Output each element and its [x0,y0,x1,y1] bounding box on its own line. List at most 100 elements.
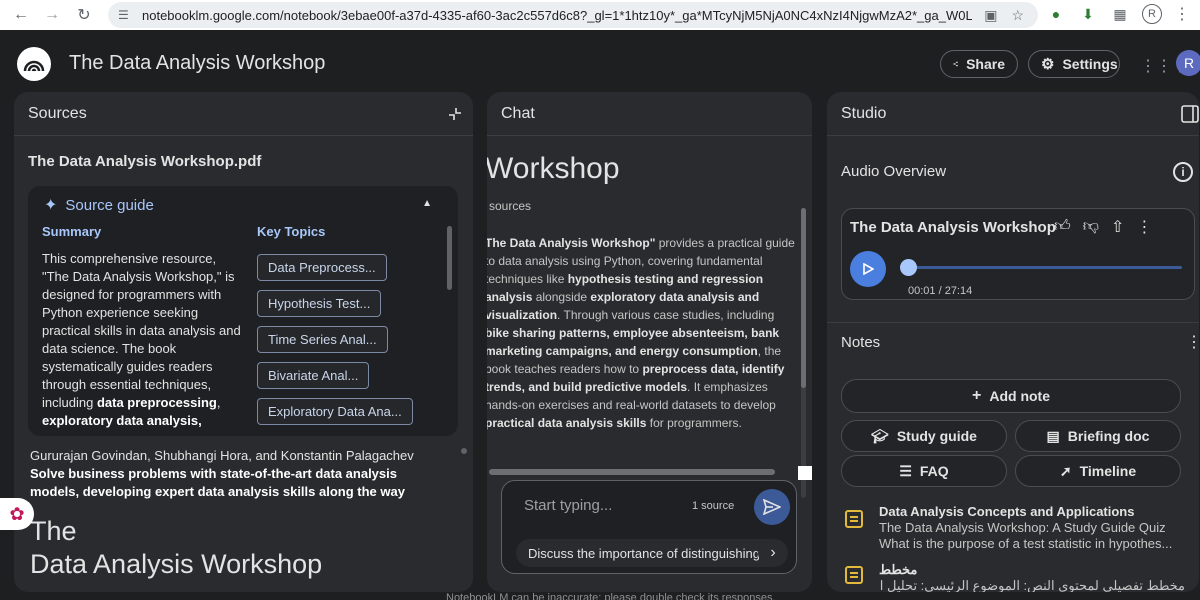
suggested-question-chip[interactable]: Discuss the importance of distinguishing… [516,539,788,567]
faq-button[interactable]: ☰ FAQ [841,455,1007,487]
topic-chip[interactable]: Bivariate Anal... [257,362,370,389]
extensions-puzzle-icon[interactable]: ▦ [1110,4,1130,24]
panel-toggle-icon[interactable] [1181,105,1199,123]
tagline-text: Solve business problems with state-of-th… [30,466,405,499]
address-bar[interactable]: ☰ notebooklm.google.com/notebook/3ebae00… [108,2,1038,28]
graduation-cap-icon: 🎓︎ [871,427,889,444]
plus-icon: + [972,387,982,404]
summary-text: This comprehensive resource, "The Data A… [42,251,241,428]
sparkle-icon: ✦ [44,197,58,214]
source-guide-header[interactable]: ✦ Source guide [44,195,154,215]
timeline-button[interactable]: ➚ Timeline [1015,455,1181,487]
play-icon [863,263,874,275]
collapse-panel-icon[interactable] [448,107,462,121]
authors-line: Gururajan Govindan, Shubhangi Hora, and … [30,448,414,463]
source-content-text: Gururajan Govindan, Shubhangi Hora, and … [30,447,430,501]
summary-label: Summary [42,224,102,239]
note-preview: What is the purpose of a test statistic … [879,536,1173,551]
settings-label: Settings [1062,56,1118,72]
source-guide-title: Source guide [65,196,154,214]
chat-horizontal-scrollbar[interactable] [489,469,775,475]
settings-button[interactable]: ⚙ Settings [1028,50,1120,78]
browser-profile-avatar[interactable]: R [1142,4,1162,24]
sources-panel-title: Sources [28,105,87,122]
add-note-button[interactable]: + Add note [841,379,1181,413]
back-icon[interactable]: ← [6,0,36,30]
notebook-title[interactable]: The Data Analysis Workshop [69,52,325,75]
notebooklm-logo[interactable] [17,47,51,81]
chat-panel-title: Chat [501,105,535,122]
thumbs-down-icon[interactable]: 👎︎ [1083,217,1099,237]
topic-chip[interactable]: Data Preprocess... [257,254,387,281]
audio-progress-handle[interactable] [900,259,918,276]
forward-icon[interactable]: → [37,0,67,30]
chevron-right-icon[interactable]: › [758,539,788,567]
audio-time: 00:01 / 27:14 [908,285,973,297]
audio-overview-card: The Data Analysis Workshop 👍︎ 👎︎ ⇧ ⋮ 00:… [841,208,1195,300]
key-topics-label: Key Topics [257,224,326,239]
info-icon[interactable]: i [1173,162,1193,182]
more-options-icon[interactable]: ⋮ [1136,217,1152,237]
document-icon: ▤ [1046,427,1060,444]
chat-summary-run: The Data Analysis Workshop" [487,236,656,250]
note-icon [845,510,863,528]
extension-globe-icon[interactable]: ● [1046,4,1066,24]
site-info-icon[interactable]: ☰ [118,8,132,22]
guide-scrollbar[interactable] [447,226,452,290]
gear-icon: ⚙ [1041,56,1055,73]
source-file-title: The Data Analysis Workshop.pdf [28,153,262,170]
timeline-label: Timeline [1079,463,1137,479]
note-preview: The Data Analysis Workshop: A Study Guid… [879,520,1166,535]
faq-icon: ☰ [899,462,912,479]
suggested-question-text: Discuss the importance of distinguishing [528,546,760,561]
share-audio-icon[interactable]: ⇧ [1111,217,1124,237]
share-icon [953,61,958,67]
chat-input-box[interactable]: Start typing... 1 source Discuss the imp… [501,480,797,574]
notes-more-icon[interactable]: ⋮ [1186,332,1199,352]
sources-panel: Sources The Data Analysis Workshop.pdf ✦… [14,92,473,592]
chat-summary-run: alongside [532,290,591,304]
topic-chip[interactable]: Time Series Anal... [257,326,388,353]
note-item[interactable]: مخطط مخطط تفصيلي لمحتوى النص: الموضوع ال… [845,560,1185,592]
collapse-caret-icon[interactable]: ▲ [422,198,432,209]
sources-scrollbar[interactable] [461,448,467,454]
play-button[interactable] [850,251,886,287]
browser-menu-icon[interactable]: ⋮ [1174,4,1190,24]
source-guide-card: ✦ Source guide ▲ Summary Key Topics This… [28,186,458,436]
thumbs-up-icon[interactable]: 👍︎ [1054,217,1071,237]
note-preview: مخطط تفصيلي لمحتوى النص: الموضوع الرئيسي… [879,578,1185,592]
assistant-extension-badge[interactable]: ✿ [0,498,34,530]
audio-progress-track[interactable] [908,266,1182,269]
reload-icon[interactable]: ↻ [69,0,99,30]
overlay-square [798,466,812,480]
chat-summary: The Data Analysis Workshop" provides a p… [487,234,800,432]
avatar[interactable]: R [1176,50,1200,76]
install-icon[interactable]: ▣ [984,7,997,24]
share-label: Share [966,56,1005,72]
send-icon [763,499,781,515]
chat-source-count: 1 source [692,500,735,512]
faq-label: FAQ [919,463,949,479]
briefing-doc-label: Briefing doc [1067,428,1150,444]
send-button[interactable] [754,489,790,525]
audio-title: The Data Analysis Workshop [850,219,1056,236]
chat-input[interactable]: Start typing... [524,497,612,514]
book-title-line-1: The [30,516,77,546]
download-icon[interactable]: ⬇ [1078,4,1098,24]
topic-chip[interactable]: Hypothesis Test... [257,290,382,317]
study-guide-button[interactable]: 🎓︎ Study guide [841,420,1007,452]
note-icon [845,566,863,584]
study-guide-label: Study guide [896,428,977,444]
topic-chip[interactable]: Exploratory Data Ana... [257,398,413,425]
logo-icon [23,60,45,72]
briefing-doc-button[interactable]: ▤ Briefing doc [1015,420,1181,452]
book-title-line-2: Data Analysis Workshop [30,549,323,579]
app-header: The Data Analysis Workshop Share ⚙ Setti… [0,34,1200,92]
share-button[interactable]: Share [940,50,1018,78]
url-text[interactable]: notebooklm.google.com/notebook/3ebae00f-… [142,8,972,23]
chat-summary-run: practical data analysis skills [487,416,647,430]
chat-scrollbar[interactable] [801,208,806,388]
bookmark-star-icon[interactable]: ☆ [1011,7,1024,24]
chat-sources-count: sources [489,199,532,213]
note-item[interactable]: Data Analysis Concepts and Applications … [845,504,1185,554]
